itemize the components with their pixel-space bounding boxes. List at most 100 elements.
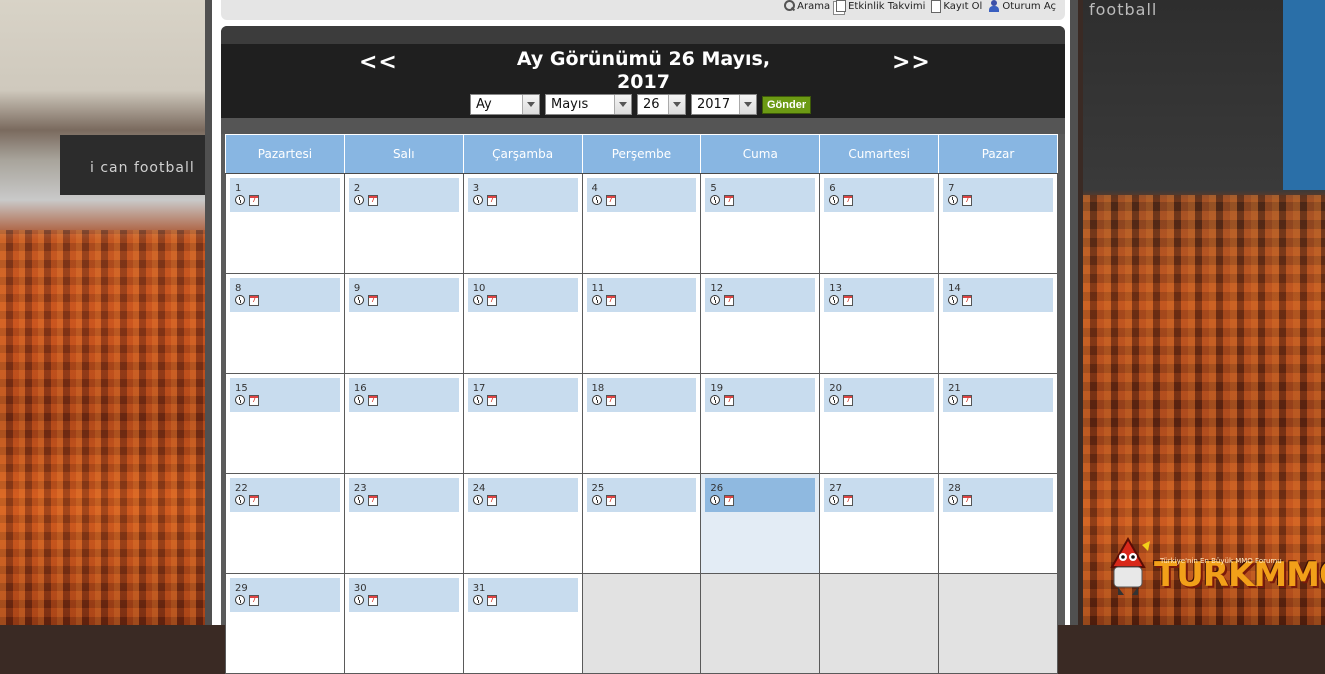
clock-icon[interactable] bbox=[353, 395, 364, 405]
day-header[interactable]: 15 7 bbox=[230, 378, 340, 412]
day-cell[interactable]: 23 7 bbox=[343, 473, 464, 574]
clock-icon[interactable] bbox=[235, 295, 245, 305]
day-cell[interactable]: 31 7 bbox=[462, 573, 583, 674]
today-cell[interactable]: 26 7 bbox=[700, 473, 821, 574]
day-header[interactable]: 31 7 bbox=[467, 578, 578, 612]
calendar-icon[interactable]: 7 bbox=[367, 295, 378, 306]
day-cell[interactable]: 77 bbox=[938, 173, 1058, 274]
day-header[interactable]: 17 7 bbox=[467, 378, 578, 412]
day-header[interactable]: 26 7 bbox=[705, 478, 816, 512]
day-number[interactable]: 9 bbox=[354, 283, 459, 294]
clock-icon[interactable] bbox=[829, 195, 840, 205]
clock-icon[interactable] bbox=[235, 595, 245, 605]
calendar-icon[interactable]: 7 bbox=[843, 195, 854, 206]
day-number[interactable]: 5 bbox=[710, 183, 815, 194]
clock-icon[interactable] bbox=[235, 195, 245, 205]
calendar-icon[interactable]: 7 bbox=[486, 195, 497, 206]
day-header[interactable]: 87 bbox=[230, 278, 340, 312]
calendar-icon[interactable]: 7 bbox=[367, 195, 378, 206]
clock-icon[interactable] bbox=[472, 495, 483, 505]
day-number[interactable]: 18 bbox=[592, 383, 697, 394]
day-cell[interactable]: 47 bbox=[581, 173, 702, 274]
day-cell[interactable]: 28 7 bbox=[938, 473, 1058, 574]
day-cell[interactable]: 11 7 bbox=[581, 273, 702, 374]
clock-icon[interactable] bbox=[829, 395, 840, 405]
day-number[interactable]: 3 bbox=[473, 183, 578, 194]
day-cell[interactable]: 67 bbox=[819, 173, 940, 274]
site-logo[interactable]: TURKMMO Türkiye'nin En Büyük MMO Forumu bbox=[1102, 537, 1325, 599]
day-number[interactable]: 7 bbox=[948, 183, 1053, 194]
day-header[interactable]: 10 7 bbox=[467, 278, 578, 312]
calendar-icon[interactable]: 7 bbox=[367, 395, 378, 406]
calendar-icon[interactable]: 7 bbox=[605, 495, 616, 506]
view-select[interactable]: Ay bbox=[470, 94, 540, 115]
day-cell[interactable]: 97 bbox=[343, 273, 464, 374]
calendar-icon[interactable]: 7 bbox=[962, 395, 973, 406]
day-header[interactable]: 22 7 bbox=[230, 478, 340, 512]
day-number[interactable]: 28 bbox=[948, 483, 1053, 494]
day-number[interactable]: 21 bbox=[948, 383, 1053, 394]
clock-icon[interactable] bbox=[948, 195, 959, 205]
day-cell[interactable]: 18 7 bbox=[581, 373, 702, 474]
day-cell[interactable]: 27 7 bbox=[819, 473, 940, 574]
day-header[interactable]: 18 7 bbox=[586, 378, 697, 412]
day-number[interactable]: 27 bbox=[829, 483, 934, 494]
day-cell[interactable]: 16 7 bbox=[343, 373, 464, 474]
month-select[interactable]: Mayıs bbox=[545, 94, 632, 115]
day-header[interactable]: 28 7 bbox=[943, 478, 1053, 512]
day-header[interactable]: 23 7 bbox=[348, 478, 459, 512]
calendar-icon[interactable]: 7 bbox=[249, 595, 259, 606]
calendar-icon[interactable]: 7 bbox=[249, 495, 259, 506]
day-number[interactable]: 20 bbox=[829, 383, 934, 394]
day-header[interactable]: 19 7 bbox=[705, 378, 816, 412]
clock-icon[interactable] bbox=[710, 495, 721, 505]
calendar-icon[interactable]: 7 bbox=[367, 595, 378, 606]
day-header[interactable]: 77 bbox=[943, 178, 1053, 212]
day-header[interactable]: 25 7 bbox=[586, 478, 697, 512]
day-header[interactable]: 57 bbox=[705, 178, 816, 212]
clock-icon[interactable] bbox=[710, 295, 721, 305]
clock-icon[interactable] bbox=[948, 495, 959, 505]
day-cell[interactable]: 37 bbox=[462, 173, 583, 274]
clock-icon[interactable] bbox=[710, 395, 721, 405]
day-cell[interactable]: 25 7 bbox=[581, 473, 702, 574]
calendar-icon[interactable]: 7 bbox=[724, 495, 735, 506]
day-cell[interactable]: 12 7 bbox=[700, 273, 821, 374]
day-select[interactable]: 26 bbox=[637, 94, 686, 115]
prev-month-button[interactable]: << bbox=[359, 50, 398, 75]
calendar-icon[interactable]: 7 bbox=[962, 295, 973, 306]
clock-icon[interactable] bbox=[829, 495, 840, 505]
day-number[interactable]: 1 bbox=[235, 183, 340, 194]
day-header[interactable]: 13 7 bbox=[824, 278, 935, 312]
calendar-icon[interactable]: 7 bbox=[249, 295, 259, 306]
day-number[interactable]: 23 bbox=[354, 483, 459, 494]
day-cell[interactable]: 14 7 bbox=[938, 273, 1058, 374]
calendar-icon[interactable]: 7 bbox=[486, 395, 497, 406]
day-cell[interactable]: 17 7 bbox=[462, 373, 583, 474]
calendar-icon[interactable]: 7 bbox=[962, 495, 973, 506]
clock-icon[interactable] bbox=[235, 495, 245, 505]
clock-icon[interactable] bbox=[235, 395, 245, 405]
calendar-icon[interactable]: 7 bbox=[605, 195, 616, 206]
day-number[interactable]: 10 bbox=[473, 283, 578, 294]
day-header[interactable]: 21 7 bbox=[943, 378, 1053, 412]
day-cell[interactable]: 21 7 bbox=[938, 373, 1058, 474]
day-cell[interactable]: 27 bbox=[343, 173, 464, 274]
day-number[interactable]: 19 bbox=[710, 383, 815, 394]
day-cell[interactable]: 30 7 bbox=[343, 573, 464, 674]
day-cell[interactable]: 29 7 bbox=[225, 573, 345, 674]
year-select[interactable]: 2017 bbox=[691, 94, 757, 115]
clock-icon[interactable] bbox=[710, 195, 721, 205]
submit-button[interactable]: Gönder bbox=[762, 95, 812, 114]
clock-icon[interactable] bbox=[472, 295, 483, 305]
clock-icon[interactable] bbox=[472, 395, 483, 405]
day-number[interactable]: 6 bbox=[829, 183, 934, 194]
calendar-icon[interactable]: 7 bbox=[724, 295, 735, 306]
clock-icon[interactable] bbox=[353, 195, 364, 205]
calendar-icon[interactable]: 7 bbox=[249, 395, 259, 406]
day-header[interactable]: 30 7 bbox=[348, 578, 459, 612]
day-header[interactable]: 37 bbox=[467, 178, 578, 212]
clock-icon[interactable] bbox=[472, 595, 483, 605]
calendar-icon[interactable]: 7 bbox=[843, 295, 854, 306]
day-number[interactable]: 24 bbox=[473, 483, 578, 494]
